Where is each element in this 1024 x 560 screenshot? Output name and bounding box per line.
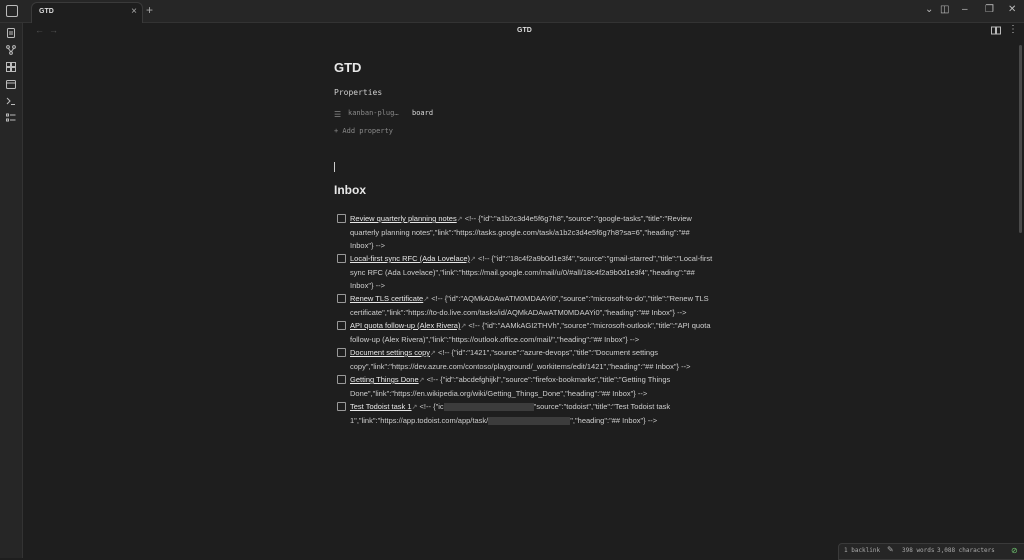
back-arrow-icon[interactable]: ← [35,25,44,35]
properties-heading[interactable]: Properties [334,88,382,97]
task-list-icon[interactable] [6,113,16,123]
task-checkbox[interactable] [337,321,346,330]
task-checkbox[interactable] [337,254,346,263]
property-value[interactable]: board [412,109,433,117]
tab-close-icon[interactable]: × [131,6,137,17]
task-link[interactable]: Review quarterly planning notes [350,214,457,223]
edit-mode-icon[interactable]: ✎ [887,545,894,554]
task-metadata: <!-- {"ic [417,402,444,411]
task-link[interactable]: Getting Things Done [350,375,419,384]
property-row[interactable]: ☰ kanban-plug… board [334,108,534,120]
task-item: Document settings copy↗ <!-- {"id":"1421… [334,346,714,373]
minimize-icon[interactable]: – [962,4,968,15]
text-cursor [334,162,335,172]
right-sidebar-toggle-icon[interactable]: ◫ [940,4,949,15]
task-checkbox[interactable] [337,402,346,411]
task-item: Getting Things Done↗ <!-- {"id":"abcdefg… [334,373,714,400]
word-count: 398 words [902,547,935,554]
add-property-button[interactable]: + Add property [334,127,393,135]
task-checkbox[interactable] [337,375,346,384]
task-checkbox[interactable] [337,348,346,357]
task-item: Renew TLS certificate↗ <!-- {"id":"AQMkA… [334,292,714,319]
text-property-icon[interactable]: ☰ [334,110,341,119]
task-item: Review quarterly planning notes↗ <!-- {"… [334,212,714,252]
reading-mode-icon[interactable] [991,26,1001,35]
close-window-icon[interactable]: ✕ [1008,4,1016,15]
more-options-icon[interactable]: ⋮ [1008,24,1018,35]
sync-status-icon[interactable]: ⊘ [1011,546,1018,555]
calendar-icon[interactable] [6,79,16,89]
task-link[interactable]: Renew TLS certificate [350,294,423,303]
task-item: Test Todoist task 1↗ <!-- {"ic "source":"… [334,400,714,427]
task-item: API quota follow-up (Alex Rivera)↗ <!-- … [334,319,714,346]
files-icon[interactable] [6,28,16,38]
character-count: 3,088 characters [937,547,995,554]
task-link[interactable]: Document settings copy [350,348,430,357]
inbox-heading[interactable]: Inbox [334,183,366,197]
scrollbar[interactable] [1019,45,1022,233]
tab-list-icon[interactable]: ⌄ [925,4,933,15]
task-link[interactable]: API quota follow-up (Alex Rivera) [350,321,460,330]
task-metadata: ","heading":"## Inbox"} --> [570,416,658,425]
graph-view-icon[interactable] [6,45,16,55]
task-link[interactable]: Local-first sync RFC (Ada Lovelace) [350,254,470,263]
status-bar: 1 backlink ✎ 398 words 3,088 characters … [838,543,1024,560]
redacted-block [488,417,571,426]
tab-gtd[interactable]: GTD × [31,2,143,23]
maximize-icon[interactable]: ❐ [985,4,994,15]
tab-label: GTD [39,8,54,15]
command-palette-icon[interactable] [6,96,16,106]
task-link[interactable]: Test Todoist task 1 [350,402,412,411]
view-header: ← → GTD ⋮ [23,23,1024,41]
task-item: Local-first sync RFC (Ada Lovelace)↗ <!-… [334,252,714,292]
view-header-title[interactable]: GTD [517,27,532,34]
task-list: Review quarterly planning notes↗ <!-- {"… [334,212,714,427]
title-bar: GTD × + ⌄ ◫ – ❐ ✕ [0,0,1024,23]
sidebar-toggle-icon[interactable] [6,5,18,17]
backlinks-count[interactable]: 1 backlink [844,547,880,554]
property-key[interactable]: kanban-plug… [348,109,399,117]
task-checkbox[interactable] [337,214,346,223]
note-title[interactable]: GTD [334,60,361,75]
task-checkbox[interactable] [337,294,346,303]
left-ribbon [0,23,23,558]
new-tab-icon[interactable]: + [146,3,153,17]
forward-arrow-icon[interactable]: → [49,25,58,35]
redacted-block [443,403,534,412]
canvas-icon[interactable] [6,62,16,72]
